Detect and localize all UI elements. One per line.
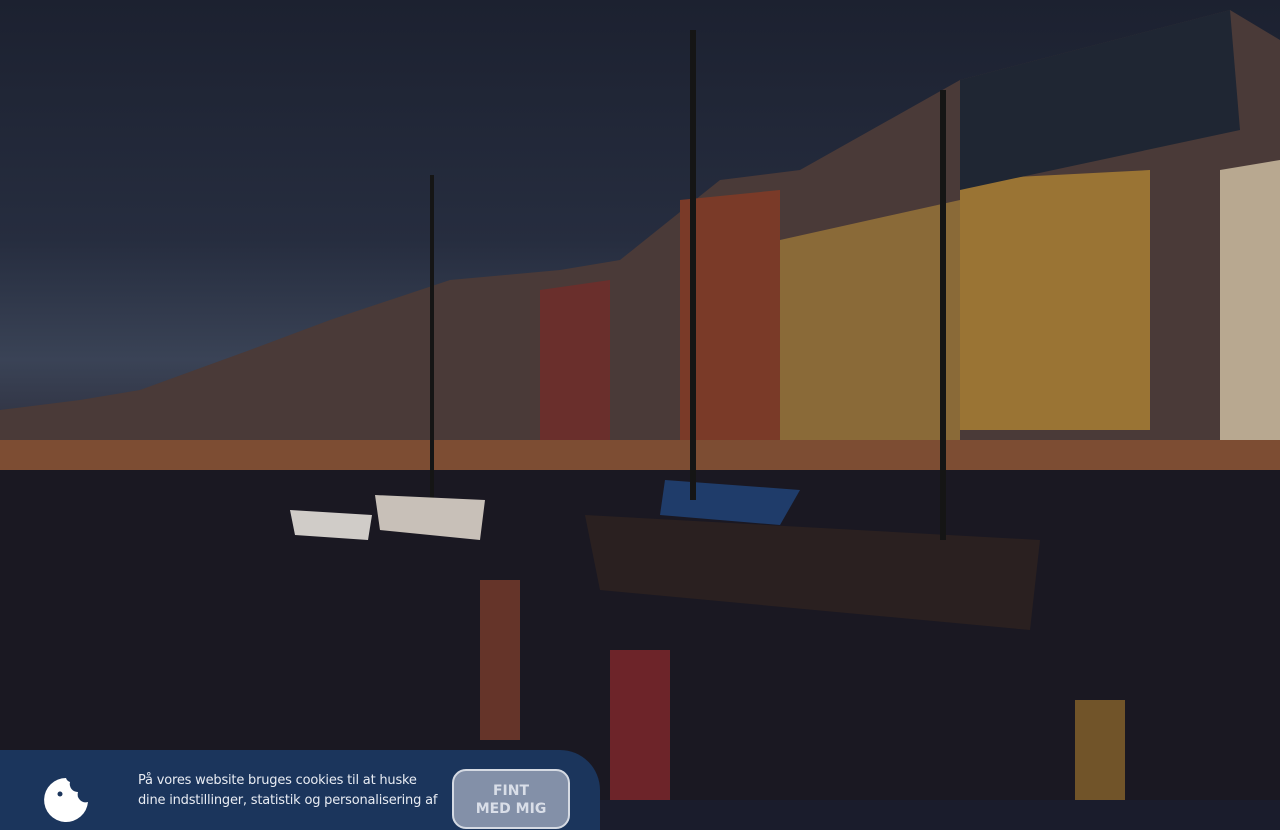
cookie-banner: På vores website bruges cookies til at h… <box>0 750 600 830</box>
background-photo <box>0 0 1280 800</box>
accept-button-line1: FINT <box>454 782 568 800</box>
cookie-notice-text: På vores website bruges cookies til at h… <box>138 771 438 811</box>
accept-cookies-button[interactable]: FINT MED MIG <box>452 769 570 829</box>
accept-button-line2: MED MIG <box>454 800 568 818</box>
cookie-icon <box>42 776 90 824</box>
harbour-illustration <box>0 0 1280 800</box>
